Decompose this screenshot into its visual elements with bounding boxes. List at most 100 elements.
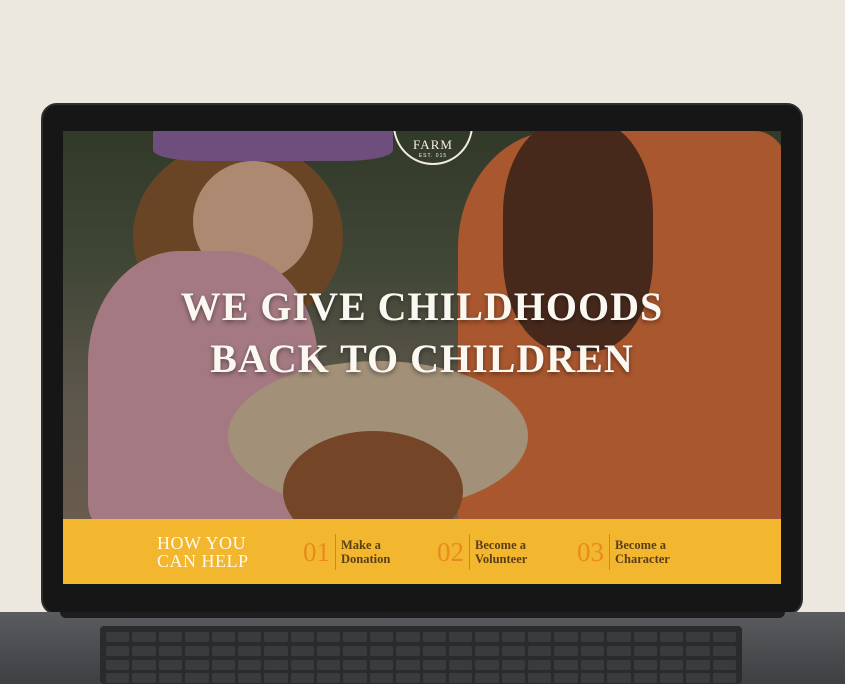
- keyboard-key: [501, 632, 525, 642]
- option-number: 03: [577, 534, 610, 570]
- keyboard-key: [264, 645, 288, 656]
- hero-section: FARM EST. 015 WE GIVE CHILDHOODS BACK TO…: [63, 131, 781, 519]
- help-title-line-2: CAN HELP: [157, 551, 249, 571]
- keyboard-key: [158, 645, 183, 656]
- logo-subtext: EST. 015: [418, 153, 448, 159]
- keyboard-key: [448, 659, 473, 670]
- option-number: 02: [437, 534, 470, 570]
- keyboard-key: [633, 673, 657, 684]
- headline-line-2: BACK TO CHILDREN: [210, 336, 634, 381]
- keyboard-key: [369, 632, 394, 642]
- keyboard-key: [132, 673, 156, 684]
- keyboard-key: [528, 632, 552, 642]
- keyboard-key: [686, 632, 710, 642]
- keyboard-key: [607, 632, 631, 642]
- keyboard-key: [211, 645, 235, 656]
- keyboard-key: [211, 673, 235, 684]
- keyboard-key: [580, 659, 605, 670]
- keyboard-key: [343, 673, 367, 684]
- keyboard-key: [237, 632, 262, 642]
- option-number: 01: [303, 534, 336, 570]
- keyboard-key: [475, 659, 499, 670]
- keyboard-key: [475, 673, 499, 684]
- keyboard-key: [396, 659, 420, 670]
- keyboard-key: [580, 673, 605, 684]
- option-label: Make a Donation: [336, 538, 390, 566]
- keyboard-key: [264, 673, 288, 684]
- keyboard-key: [607, 673, 631, 684]
- option-label-line-1: Become a: [475, 538, 527, 552]
- keyboard-key: [607, 645, 631, 656]
- keyboard-key: [528, 659, 552, 670]
- keyboard-key: [317, 645, 341, 656]
- keyboard-key: [659, 632, 684, 642]
- keyboard-key: [633, 645, 657, 656]
- keyboard-key: [290, 659, 314, 670]
- keyboard-key: [290, 632, 314, 642]
- keyboard-key: [501, 673, 525, 684]
- keyboard-key: [211, 659, 235, 670]
- website-screen: FARM EST. 015 WE GIVE CHILDHOODS BACK TO…: [63, 131, 781, 584]
- option-donation[interactable]: 01 Make a Donation: [303, 534, 390, 570]
- keyboard-key: [475, 645, 499, 656]
- keyboard-key: [528, 673, 552, 684]
- keyboard-key: [422, 645, 446, 656]
- keyboard-key: [369, 673, 394, 684]
- keyboard-key: [343, 645, 367, 656]
- keyboard-key: [580, 632, 605, 642]
- keyboard-key: [132, 632, 156, 642]
- keyboard-key: [317, 659, 341, 670]
- keyboard-key: [106, 632, 130, 642]
- keyboard-key: [686, 673, 710, 684]
- headline-line-1: WE GIVE CHILDHOODS: [180, 284, 664, 329]
- keyboard-key: [396, 673, 420, 684]
- keyboard-key: [264, 632, 288, 642]
- keyboard-key: [211, 632, 235, 642]
- keyboard-key: [554, 632, 578, 642]
- keyboard-key: [448, 632, 473, 642]
- keyboard-key: [686, 659, 710, 670]
- keyboard-key: [106, 659, 130, 670]
- keyboard-key: [158, 632, 183, 642]
- keyboard-key: [396, 645, 420, 656]
- keyboard-key: [659, 673, 684, 684]
- keyboard-keys: [106, 632, 736, 684]
- keyboard-key: [290, 673, 314, 684]
- keyboard-key: [264, 659, 288, 670]
- keyboard-key: [343, 659, 367, 670]
- option-label-line-2: Volunteer: [475, 552, 528, 566]
- keyboard-key: [633, 659, 657, 670]
- option-label: Become a Character: [610, 538, 670, 566]
- keyboard-key: [106, 673, 130, 684]
- keyboard-key: [158, 659, 183, 670]
- keyboard-key: [317, 673, 341, 684]
- option-label: Become a Volunteer: [470, 538, 527, 566]
- keyboard: [100, 626, 742, 684]
- keyboard-key: [501, 659, 525, 670]
- keyboard-key: [132, 659, 156, 670]
- help-title: HOW YOU CAN HELP: [157, 534, 249, 570]
- keyboard-key: [501, 645, 525, 656]
- keyboard-key: [185, 645, 209, 656]
- keyboard-key: [659, 659, 684, 670]
- option-volunteer[interactable]: 02 Become a Volunteer: [437, 534, 527, 570]
- keyboard-key: [686, 645, 710, 656]
- keyboard-key: [290, 645, 314, 656]
- option-label-line-1: Make a: [341, 538, 381, 552]
- keyboard-key: [396, 632, 420, 642]
- how-you-can-help-bar: HOW YOU CAN HELP 01 Make a Donation 02 B…: [63, 519, 781, 584]
- option-character[interactable]: 03 Become a Character: [577, 534, 670, 570]
- keyboard-key: [106, 645, 130, 656]
- keyboard-key: [712, 632, 736, 642]
- help-title-line-1: HOW YOU: [157, 533, 246, 553]
- keyboard-key: [237, 645, 262, 656]
- keyboard-key: [422, 659, 446, 670]
- keyboard-key: [237, 673, 262, 684]
- keyboard-key: [554, 659, 578, 670]
- keyboard-key: [633, 632, 657, 642]
- keyboard-key: [712, 659, 736, 670]
- keyboard-key: [185, 659, 209, 670]
- keyboard-key: [528, 645, 552, 656]
- keyboard-key: [237, 659, 262, 670]
- keyboard-key: [659, 645, 684, 656]
